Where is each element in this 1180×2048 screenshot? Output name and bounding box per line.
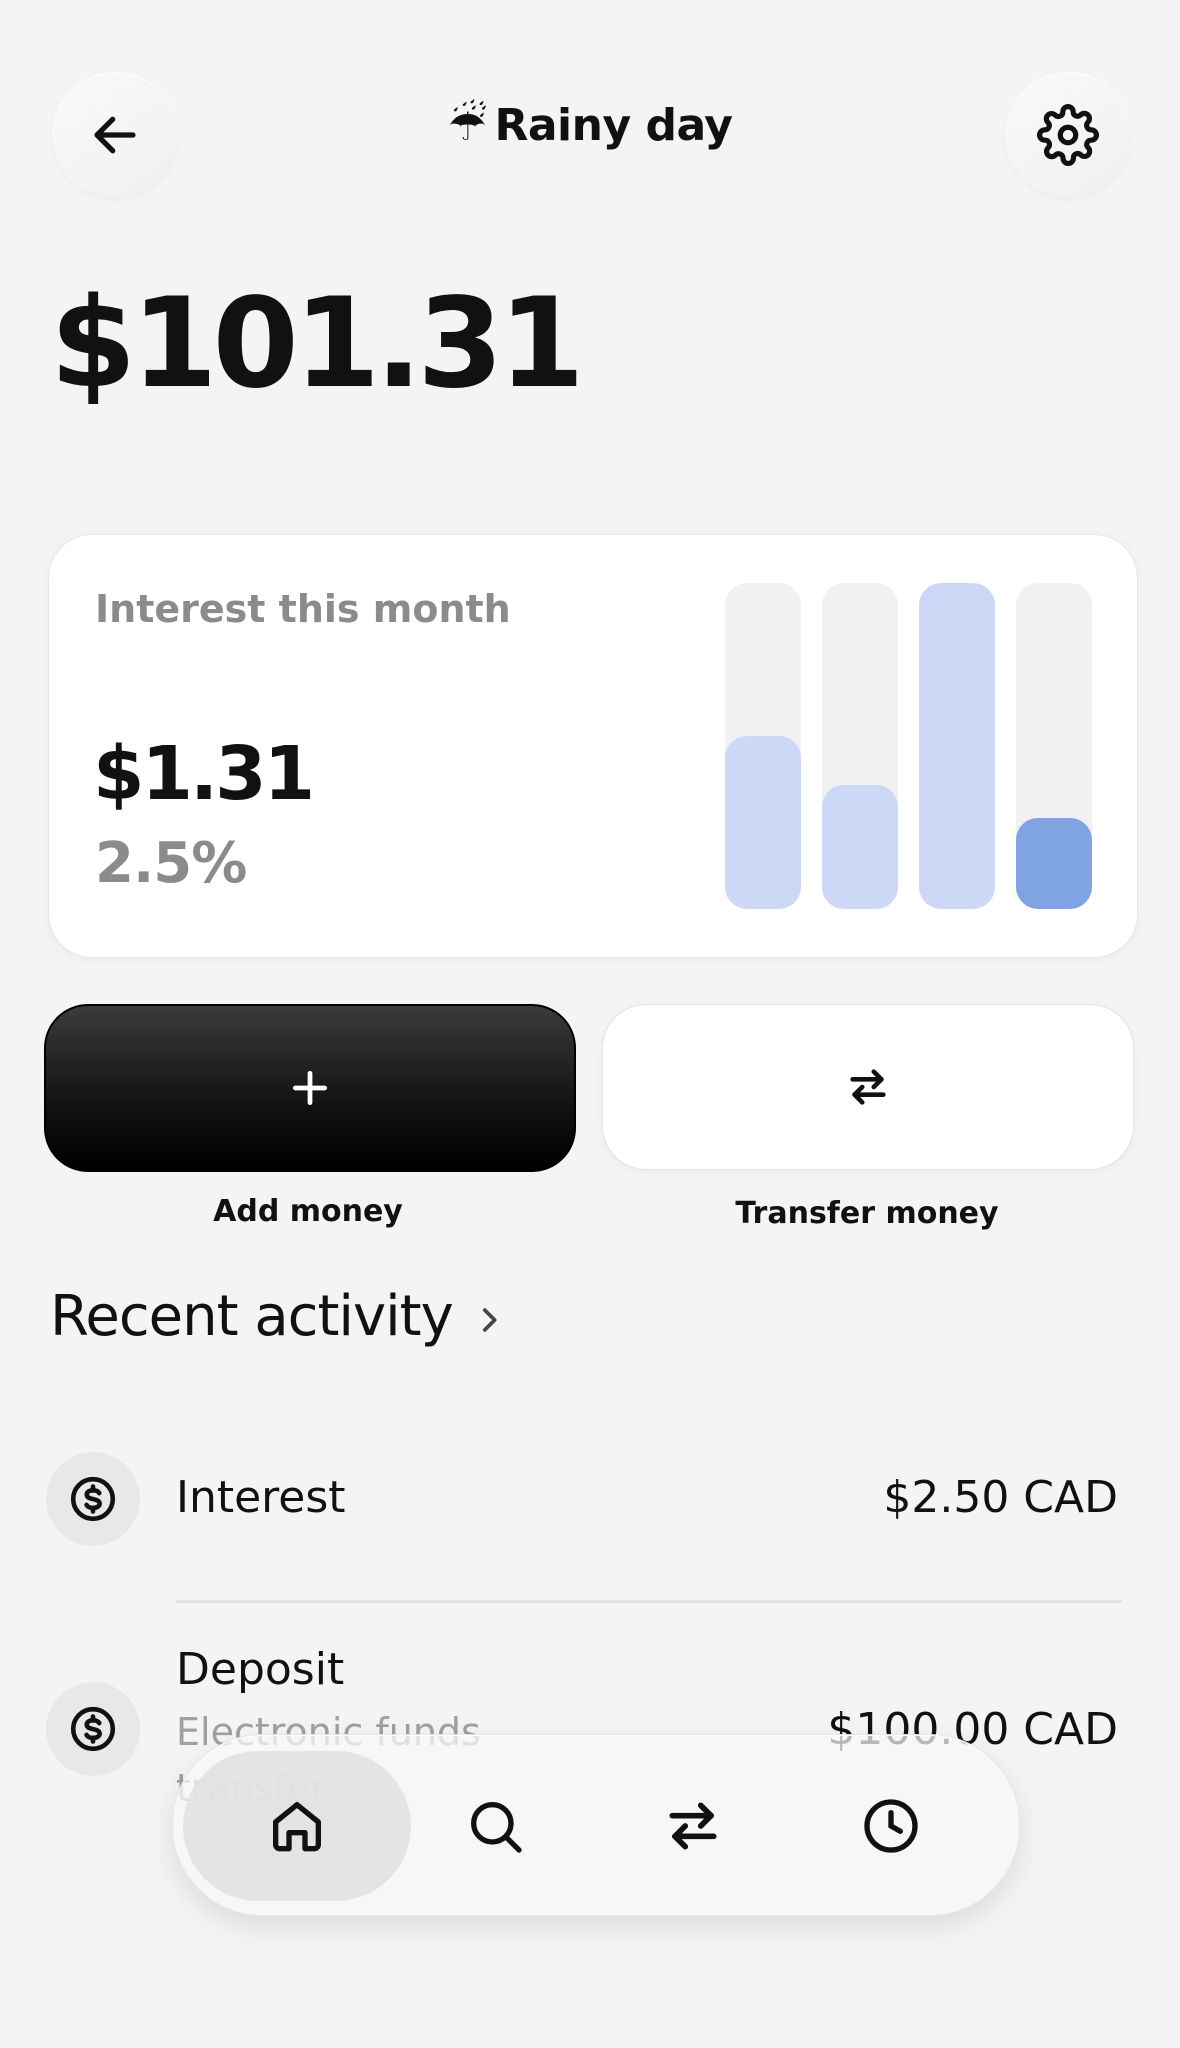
plus-icon (292, 1070, 328, 1106)
dollar-circle-icon (46, 1682, 140, 1776)
add-money-button[interactable] (44, 1004, 576, 1172)
home-icon (273, 1802, 321, 1852)
transfer-money-label: Transfer money (735, 1196, 999, 1231)
balance-amount: $101.31 (50, 272, 585, 416)
interest-bar-fill (725, 736, 801, 909)
nav-search[interactable] (381, 1751, 609, 1901)
nav-history[interactable] (777, 1751, 1005, 1901)
interest-rate: 2.5% (95, 831, 247, 896)
interest-bar (919, 583, 995, 909)
nav-transfer[interactable] (579, 1751, 807, 1901)
recent-activity-title[interactable]: Recent activity (50, 1284, 454, 1349)
search-icon (471, 1802, 522, 1853)
chevron-right-icon[interactable] (472, 1300, 506, 1340)
interest-bar-fill (822, 785, 898, 909)
transaction-title: Deposit (176, 1644, 345, 1695)
interest-amount: $1.31 (93, 731, 315, 817)
transaction-title: Interest (176, 1472, 346, 1523)
transfer-money-button[interactable] (602, 1004, 1134, 1170)
transaction-amount: $2.50 CAD (883, 1472, 1118, 1523)
interest-label: Interest this month (95, 587, 511, 631)
bottom-nav (172, 1734, 1020, 1916)
interest-bar (1016, 583, 1092, 909)
interest-bar (822, 583, 898, 909)
page-title-text: Rainy day (494, 100, 733, 151)
gear-icon (1037, 104, 1099, 166)
divider (176, 1600, 1122, 1603)
add-money-label: Add money (213, 1194, 403, 1229)
dollar-circle-icon (46, 1452, 140, 1546)
clock-icon (864, 1799, 918, 1853)
interest-card[interactable]: Interest this month $1.31 2.5% (48, 534, 1138, 958)
nav-home[interactable] (183, 1751, 411, 1901)
interest-bar-fill (1016, 817, 1092, 909)
umbrella-icon: ☔ (447, 100, 487, 151)
page-title: ☔ Rainy day (0, 100, 1180, 151)
interest-bar (725, 583, 801, 909)
swap-arrows-icon (669, 1802, 717, 1850)
settings-button[interactable] (1005, 72, 1131, 198)
interest-bar-fill (919, 583, 995, 909)
swap-arrows-icon (850, 1069, 886, 1105)
